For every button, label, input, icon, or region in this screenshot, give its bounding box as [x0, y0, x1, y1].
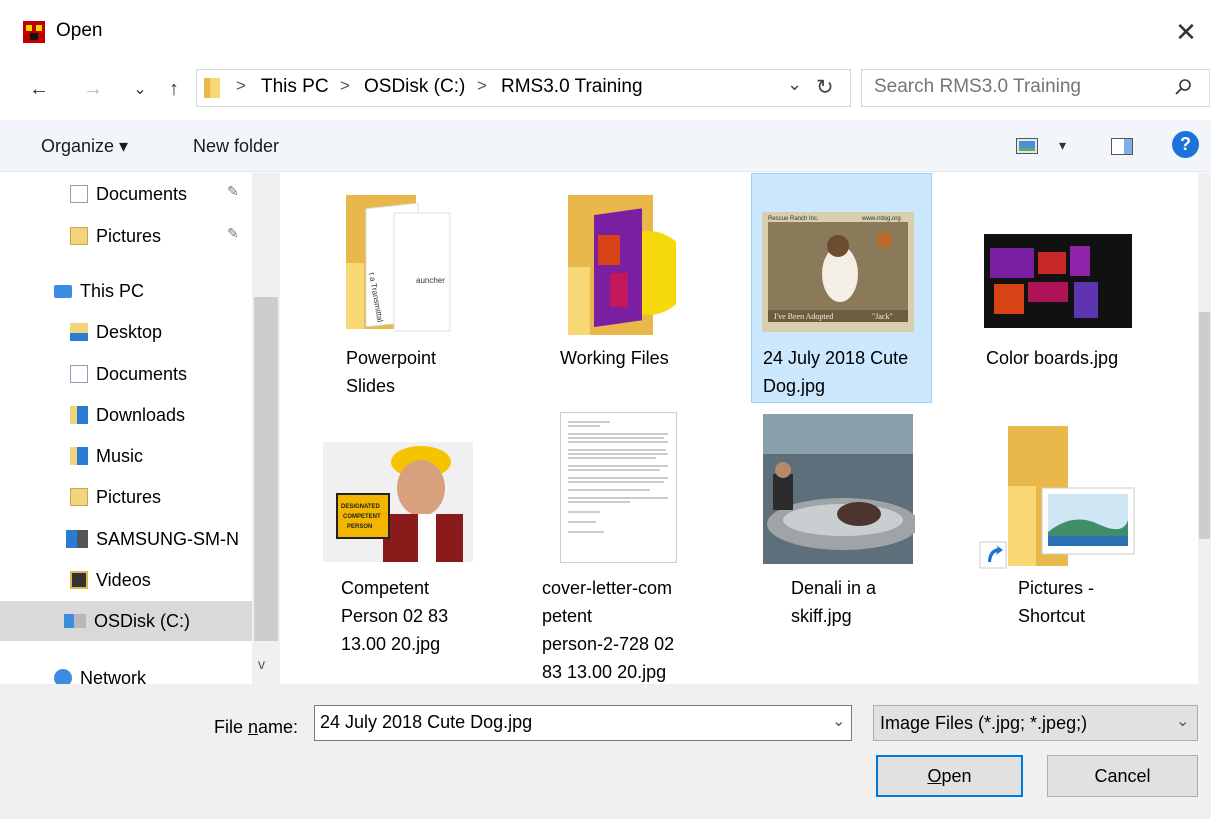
breadcrumb-separator: > [477, 76, 487, 95]
nav-item-samsung[interactable]: SAMSUNG-SM-N [66, 521, 239, 557]
nav-item-this-pc[interactable]: This PC [54, 273, 144, 309]
breadcrumb-osdisk[interactable]: OSDisk (C:) [364, 76, 465, 98]
organize-menu[interactable]: Organize ▾ [41, 136, 128, 157]
cover-letter-thumbnail [560, 412, 677, 563]
file-label: Powerpoint Slides [346, 348, 437, 396]
breadcrumb-separator: > [236, 76, 246, 95]
breadcrumb-rms-training[interactable]: RMS3.0 Training [501, 76, 643, 98]
dog-header-text: www.rrdog.org [861, 216, 901, 222]
content-scrollbar-thumb[interactable] [1199, 312, 1210, 539]
computer-icon [54, 284, 72, 298]
window-title: Open [56, 20, 103, 41]
phone-icon [66, 530, 88, 548]
folder-icon [204, 78, 220, 98]
up-button[interactable]: ↑ [160, 72, 188, 106]
videos-icon [70, 571, 88, 589]
file-label: Denali in a skiff.jpg [791, 578, 877, 626]
documents-icon [70, 365, 88, 383]
drive-icon [64, 614, 86, 628]
dog-header-text: Rescue Ranch Inc. [768, 216, 819, 222]
change-view-icon[interactable] [1016, 138, 1038, 154]
scroll-down-arrow[interactable]: v [258, 656, 265, 672]
file-type-dropdown-icon[interactable]: ⌄ [1176, 711, 1189, 731]
new-folder-button[interactable]: New folder [193, 136, 279, 157]
dog-name-text: "Jack" [872, 312, 893, 321]
dog-caption-text: I've Been Adopted [774, 312, 833, 321]
preview-pane-icon[interactable] [1111, 138, 1133, 155]
file-label: 24 July 2018 Cute Dog.jpg [763, 348, 909, 396]
view-dropdown-arrow[interactable]: ▾ [1059, 137, 1066, 154]
close-button[interactable]: ✕ [1166, 12, 1206, 52]
app-icon [23, 21, 45, 43]
pin-icon: ✎ [227, 183, 239, 199]
documents-icon [70, 185, 88, 203]
badge-text: COMPETENT [343, 514, 381, 520]
nav-scrollbar-thumb[interactable] [254, 297, 278, 641]
pictures-icon [70, 227, 88, 245]
file-item-working-files[interactable]: Working Files [546, 176, 726, 406]
breadcrumb-separator: > [340, 76, 350, 95]
desktop-icon [70, 323, 88, 341]
file-item-denali-skiff[interactable]: Denali in a skiff.jpg [757, 412, 937, 642]
file-label: Competent Person 02 83 13.00 20.jpg [341, 578, 449, 654]
nav-item-videos[interactable]: Videos [70, 562, 151, 598]
nav-item-music[interactable]: Music [70, 438, 143, 474]
file-name-dropdown-icon[interactable]: ⌄ [832, 711, 845, 731]
search-input[interactable] [874, 76, 1164, 98]
file-item-cover-letter[interactable]: cover-letter-com petent person-2-728 02 83 … [540, 412, 720, 684]
title-bar [0, 0, 1211, 62]
folder-icon: t a Transmittal auncher [346, 195, 451, 332]
color-boards-thumbnail [984, 234, 1132, 328]
denali-skiff-thumbnail [763, 414, 915, 564]
nav-item-pictures-quick[interactable]: Pictures [70, 218, 161, 254]
nav-item-documents-quick[interactable]: Documents [70, 176, 187, 212]
file-label: cover-letter-com petent person-2-728 02 83 … [542, 578, 675, 682]
file-type-value: Image Files (*.jpg; *.jpeg;) [880, 713, 1088, 733]
slide-text: auncher [416, 276, 445, 285]
nav-item-documents[interactable]: Documents [70, 356, 187, 392]
recent-locations-button[interactable]: ⌄ [128, 72, 152, 106]
forward-button[interactable]: → [78, 72, 108, 106]
competent-person-thumbnail: DESIGNATED COMPETENT PERSON [323, 442, 473, 562]
help-icon[interactable]: ? [1172, 131, 1199, 158]
badge-text: PERSON [347, 524, 372, 530]
pin-icon: ✎ [227, 225, 239, 241]
open-button[interactable]: Open [876, 755, 1023, 797]
pictures-icon [70, 488, 88, 506]
folder-icon [568, 195, 676, 335]
refresh-button[interactable]: ↻ [816, 75, 834, 100]
file-item-powerpoint-slides[interactable]: t a Transmittal auncher Powerpoint Slides [330, 176, 510, 406]
nav-item-pictures[interactable]: Pictures [70, 479, 161, 515]
file-item-competent-person[interactable]: DESIGNATED COMPETENT PERSON Competent Per… [322, 412, 502, 654]
file-item-cute-dog[interactable]: Rescue Ranch Inc. www.rrdog.org I've Bee… [751, 173, 932, 403]
file-label: Working Files [560, 348, 669, 368]
cancel-button[interactable]: Cancel [1047, 755, 1198, 797]
file-label: Pictures - Shortcut [1018, 578, 1095, 626]
music-icon [70, 447, 88, 465]
file-name-input[interactable] [320, 712, 820, 733]
back-button[interactable]: ← [24, 72, 54, 106]
address-dropdown-button[interactable]: ⌄ [787, 74, 802, 95]
file-item-color-boards[interactable]: Color boards.jpg [970, 176, 1150, 406]
nav-item-downloads[interactable]: Downloads [70, 397, 185, 433]
downloads-icon [70, 406, 88, 424]
shortcut-folder-icon [979, 426, 1135, 569]
dog-image-thumbnail: Rescue Ranch Inc. www.rrdog.org I've Bee… [762, 212, 914, 332]
file-label: Color boards.jpg [986, 348, 1119, 368]
file-name-label: File name: [214, 717, 299, 737]
search-icon[interactable] [1175, 78, 1193, 96]
file-item-pictures-shortcut[interactable]: Pictures - Shortcut [976, 412, 1156, 642]
nav-item-osdisk[interactable]: OSDisk (C:) [64, 603, 190, 639]
nav-item-desktop[interactable]: Desktop [70, 314, 162, 350]
breadcrumb-this-pc[interactable]: This PC [261, 76, 329, 98]
badge-text: DESIGNATED [341, 504, 381, 510]
